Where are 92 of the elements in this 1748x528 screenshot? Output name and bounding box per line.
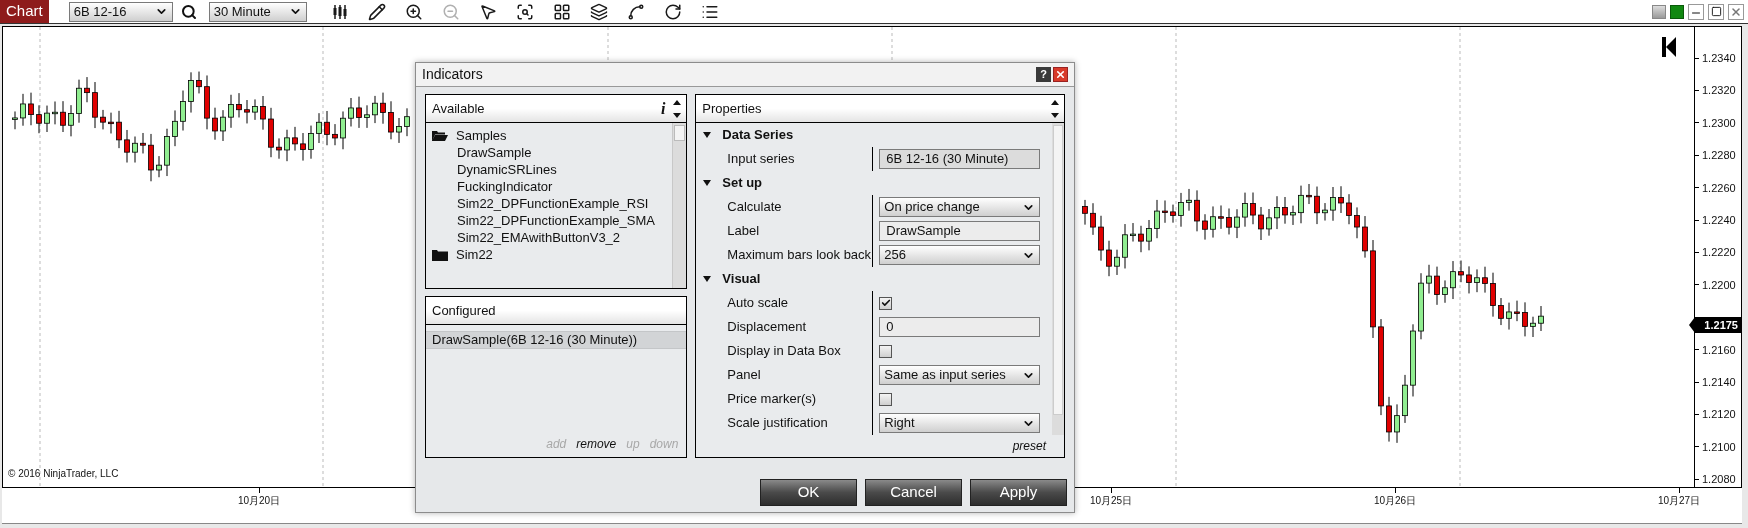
open-folder-icon xyxy=(432,129,448,142)
indicator-item[interactable]: FuckingIndicator xyxy=(432,178,673,195)
scrollbar-thumb[interactable] xyxy=(1053,125,1063,415)
configured-item[interactable]: DrawSample(6B 12-16 (30 Minute)) xyxy=(426,331,687,349)
price-label: 1.2160 xyxy=(1702,342,1736,357)
zoom-in-icon[interactable] xyxy=(404,2,423,21)
property-label: Auto scale xyxy=(726,294,790,313)
input-series-field: 6B 12-16 (30 Minute) xyxy=(879,149,1041,169)
expanded-triangle-icon[interactable] xyxy=(702,274,713,284)
checkbox[interactable] xyxy=(879,296,893,310)
date-label: 10月20日 xyxy=(237,494,281,508)
indicator-item[interactable]: Sim22_DPFunctionExample_RSI xyxy=(432,195,673,212)
link-square-icon[interactable] xyxy=(1670,4,1684,19)
price-label: 1.2300 xyxy=(1702,115,1736,130)
maximize-icon xyxy=(1710,6,1722,17)
text-field[interactable]: 0 xyxy=(879,317,1041,337)
spline-icon[interactable] xyxy=(626,2,645,21)
document-search-icon[interactable] xyxy=(515,2,534,21)
bar-triangle-icon[interactable] xyxy=(1662,37,1676,57)
indicator-item[interactable]: DynamicSRLines xyxy=(432,161,673,178)
category-row[interactable]: Set up xyxy=(696,171,1052,195)
minimize-button[interactable] xyxy=(1688,3,1704,20)
refresh-icon[interactable] xyxy=(663,2,682,21)
dropdown[interactable]: Same as input series xyxy=(879,365,1041,385)
close-icon xyxy=(1730,5,1742,18)
layers-icon[interactable] xyxy=(589,2,608,21)
indicator-item[interactable]: DrawSample xyxy=(432,144,673,161)
pointer-icon[interactable] xyxy=(478,2,497,21)
info-label[interactable]: i xyxy=(660,96,666,121)
checkbox[interactable] xyxy=(879,344,893,358)
property-label: Displacement xyxy=(726,318,808,337)
help-button[interactable]: ? xyxy=(1036,67,1051,82)
close-button[interactable] xyxy=(1053,67,1068,82)
property-label: Panel xyxy=(726,366,762,385)
link-square-icon[interactable] xyxy=(1652,4,1666,19)
indicator-item[interactable]: Sim22_EMAwithButtonV3_2 xyxy=(432,229,673,246)
grid-icon[interactable] xyxy=(552,2,571,21)
price-label: 1.2140 xyxy=(1702,375,1736,389)
folder-icon xyxy=(432,248,448,261)
price-label: 1.2100 xyxy=(1702,439,1736,454)
instrument-select[interactable]: 6B 12-16 xyxy=(68,1,173,22)
property-label: Calculate xyxy=(726,198,783,217)
panel-title: Properties xyxy=(702,99,762,118)
expanded-triangle-icon[interactable] xyxy=(702,130,713,140)
maximize-button[interactable] xyxy=(1708,3,1724,20)
price-label: 1.2280 xyxy=(1702,148,1736,163)
folder-item[interactable]: Sim22 xyxy=(432,246,673,263)
expanded-triangle-icon[interactable] xyxy=(702,178,713,188)
interval-select[interactable]: 30 Minute xyxy=(208,1,307,22)
indicator-item[interactable]: Sim22_DPFunctionExample_SMA xyxy=(432,212,673,229)
category-row[interactable]: Visual xyxy=(696,267,1052,291)
price-label: 1.2340 xyxy=(1702,51,1736,65)
preset-link[interactable]: preset xyxy=(1012,437,1046,455)
category-row[interactable]: Data Series xyxy=(696,123,1052,147)
action-link[interactable]: remove xyxy=(576,435,617,453)
dropdown[interactable]: On price change xyxy=(879,197,1041,217)
text-field[interactable]: DrawSample xyxy=(879,221,1041,241)
dialog-button[interactable]: Cancel xyxy=(865,479,962,506)
price-label: 1.2220 xyxy=(1702,245,1736,260)
checkbox[interactable] xyxy=(879,392,893,406)
property-label: Input series xyxy=(726,150,796,169)
date-label: 10月27日 xyxy=(1657,494,1701,508)
price-label: 1.2320 xyxy=(1702,83,1736,98)
property-label: Scale justification xyxy=(726,414,829,433)
price-label: 1.2120 xyxy=(1702,407,1736,422)
copyright-text: © 2016 NinjaTrader, LLC xyxy=(8,467,119,481)
property-label: Display in Data Box xyxy=(726,342,842,361)
scrollbar-thumb[interactable] xyxy=(674,125,686,141)
panel-title: Configured xyxy=(432,301,496,320)
current-price-marker: 1.2175 xyxy=(1689,317,1741,333)
folder-item[interactable]: Samples xyxy=(432,127,673,144)
property-label: Label xyxy=(726,222,761,241)
dialog-button[interactable]: OK xyxy=(760,479,857,506)
dropdown[interactable]: 256 xyxy=(879,245,1041,265)
price-label: 1.2080 xyxy=(1702,472,1736,487)
price-label: 1.2260 xyxy=(1702,180,1736,195)
dialog-button[interactable]: Apply xyxy=(970,479,1067,506)
pencil-icon[interactable] xyxy=(367,2,386,21)
property-label: Price marker(s) xyxy=(726,390,818,409)
dialog-title: Indicators xyxy=(422,65,483,84)
close-icon xyxy=(1055,69,1066,80)
dropdown[interactable]: Right xyxy=(879,413,1041,433)
price-label: 1.2200 xyxy=(1702,277,1736,292)
search-icon[interactable] xyxy=(180,3,197,20)
chart-tab[interactable]: Chart xyxy=(0,0,49,23)
date-label: 10月26日 xyxy=(1373,494,1417,508)
date-label: 10月25日 xyxy=(1089,494,1133,508)
close-button[interactable] xyxy=(1728,3,1744,20)
price-label: 1.2240 xyxy=(1702,213,1736,227)
property-label: Maximum bars look back xyxy=(726,246,873,265)
check-icon xyxy=(880,298,891,308)
panel-title: Available xyxy=(432,99,485,118)
